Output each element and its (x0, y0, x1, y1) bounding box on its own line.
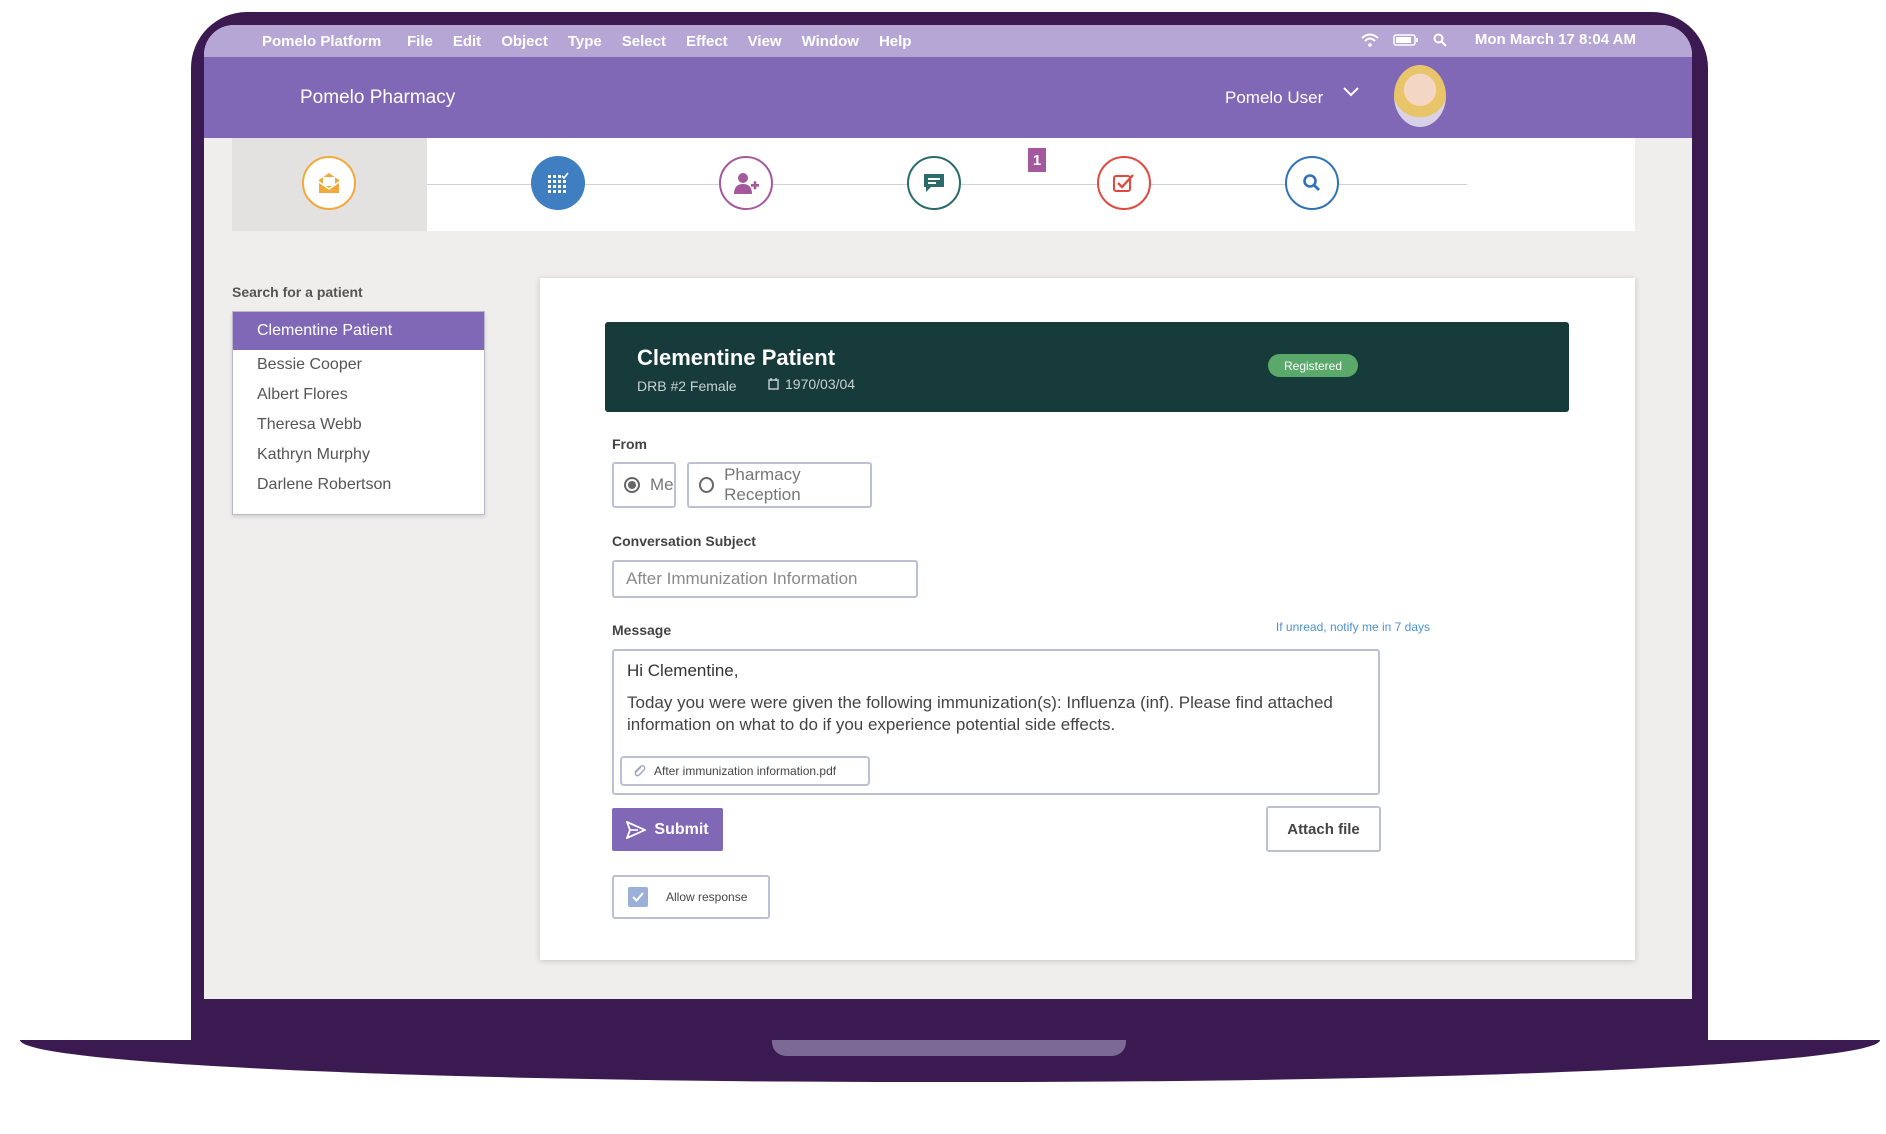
menu-select[interactable]: Select (622, 33, 666, 50)
patient-list: Clementine Patient Bessie Cooper Albert … (232, 311, 485, 515)
nav-task-icon[interactable] (1097, 156, 1151, 210)
app-header: Pomelo Pharmacy Pomelo User (204, 57, 1692, 138)
calendar-icon (768, 378, 779, 390)
chevron-down-icon[interactable] (1342, 86, 1360, 98)
task-check-icon (1113, 174, 1134, 192)
add-patient-icon (734, 173, 759, 194)
message-textarea[interactable]: Hi Clementine, Today you were were given… (612, 649, 1380, 795)
patient-search-label: Search for a patient (232, 284, 363, 300)
calendar-grid-icon (548, 172, 569, 193)
patient-banner: Clementine Patient DRB #2 Female 1970/03… (605, 322, 1569, 412)
menubar-status: Mon March 17 8:04 AM (1361, 31, 1636, 48)
wifi-icon[interactable] (1361, 33, 1379, 47)
menubar-clock: Mon March 17 8:04 AM (1474, 31, 1636, 48)
patient-item[interactable]: Theresa Webb (233, 410, 484, 440)
nav-calendar-icon[interactable] (531, 156, 585, 210)
message-greeting: Hi Clementine, (627, 661, 739, 680)
nav-chat-icon[interactable] (907, 156, 961, 210)
menu-effect[interactable]: Effect (686, 33, 728, 50)
paperclip-icon (634, 765, 646, 777)
pharmacy-name: Pomelo Pharmacy (300, 87, 456, 108)
nav-mail-icon[interactable] (302, 156, 356, 210)
menu-window[interactable]: Window (802, 33, 859, 50)
laptop-notch (772, 1040, 1126, 1056)
avatar[interactable] (1394, 65, 1446, 127)
nav-search-icon[interactable] (1285, 156, 1339, 210)
mail-icon (318, 173, 340, 193)
from-option-reception[interactable]: Pharmacy Reception (687, 462, 872, 508)
radio-unselected-icon (699, 477, 715, 493)
from-option-me[interactable]: Me (612, 462, 676, 508)
search-icon (1303, 174, 1320, 191)
chat-icon (924, 174, 944, 192)
screen: Pomelo Platform File Edit Object Type Se… (204, 25, 1692, 999)
menu-view[interactable]: View (748, 33, 782, 50)
checkbox-checked-icon (628, 887, 648, 907)
attachment-chip[interactable]: After immunization information.pdf (620, 756, 870, 786)
attach-file-button[interactable]: Attach file (1266, 806, 1381, 852)
attachment-filename: After immunization information.pdf (654, 764, 837, 778)
submit-button[interactable]: Submit (612, 808, 723, 851)
message-body: Today you were were given the following … (627, 693, 1333, 734)
send-icon (626, 820, 647, 839)
patient-item[interactable]: Kathryn Murphy (233, 440, 484, 470)
nav-strip: 1 (232, 138, 1635, 231)
submit-label: Submit (654, 820, 709, 838)
from-option-reception-label: Pharmacy Reception (724, 465, 801, 504)
message-label: Message (612, 622, 672, 638)
notify-link[interactable]: If unread, notify me in 7 days (1202, 620, 1430, 634)
system-menubar: Pomelo Platform File Edit Object Type Se… (204, 25, 1692, 57)
status-badge: Registered (1268, 354, 1358, 377)
menu-edit[interactable]: Edit (453, 33, 481, 50)
spotlight-search-icon[interactable] (1433, 33, 1447, 47)
patient-item-selected[interactable]: Clementine Patient (233, 312, 484, 350)
patient-dob-value: 1970/03/04 (785, 376, 856, 392)
user-name[interactable]: Pomelo User (1225, 88, 1323, 108)
from-label: From (612, 436, 647, 452)
patient-item[interactable]: Darlene Robertson (233, 470, 484, 500)
message-card: Clementine Patient DRB #2 Female 1970/03… (540, 278, 1635, 960)
nav-add-patient-icon[interactable] (719, 156, 773, 210)
menu-help[interactable]: Help (879, 33, 912, 50)
menu-file[interactable]: File (407, 33, 433, 50)
app-name[interactable]: Pomelo Platform (262, 33, 381, 50)
allow-response-label: Allow response (666, 890, 748, 904)
menu-type[interactable]: Type (568, 33, 602, 50)
menu-items: File Edit Object Type Select Effect View… (407, 33, 931, 50)
notification-badge: 1 (1028, 148, 1046, 172)
patient-name: Clementine Patient (637, 345, 836, 370)
patient-dob: 1970/03/04 (768, 376, 855, 392)
subject-input[interactable] (612, 560, 918, 598)
patient-meta: DRB #2 Female (637, 378, 737, 394)
radio-selected-icon (624, 477, 640, 493)
patient-item[interactable]: Bessie Cooper (233, 350, 484, 380)
from-option-me-label: Me (650, 475, 674, 494)
patient-item[interactable]: Albert Flores (233, 380, 484, 410)
subject-label: Conversation Subject (612, 533, 756, 549)
battery-icon[interactable] (1393, 33, 1419, 47)
allow-response-checkbox[interactable]: Allow response (612, 875, 770, 919)
menu-object[interactable]: Object (501, 33, 548, 50)
